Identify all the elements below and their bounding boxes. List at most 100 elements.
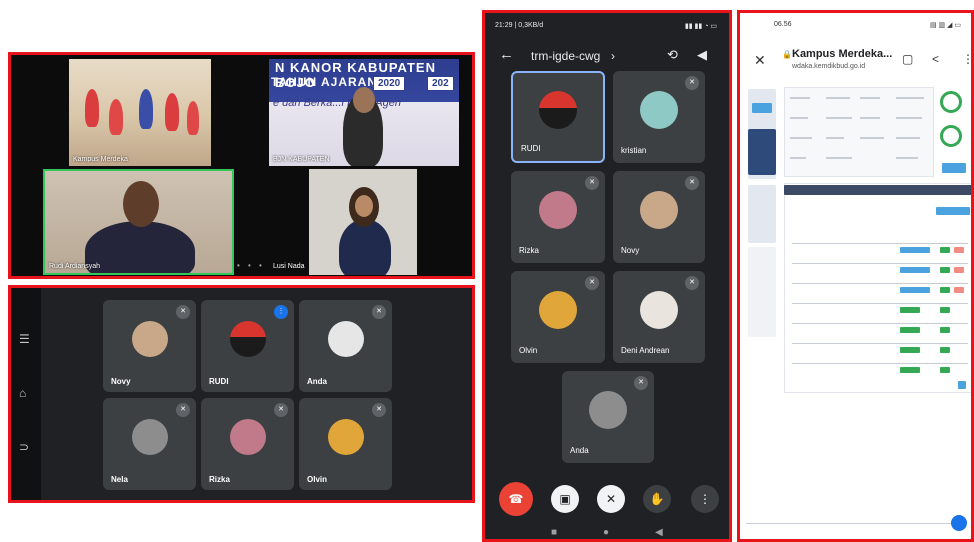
participant-tile[interactable]: ✕ Novy xyxy=(103,300,196,392)
help-button[interactable] xyxy=(951,515,967,531)
status-time: 21:29 | 0,3KB/d xyxy=(495,22,544,29)
mic-off-icon: ✕ xyxy=(274,403,288,417)
participant-tile[interactable]: ✕ Rizka xyxy=(201,398,294,490)
meet-grid-panel: ☰ ⌂ ⊃ ✕ Novy ⋮ RUDI ✕ Anda ✕ Nela ✕ Rizk… xyxy=(8,285,475,503)
participant-tile[interactable]: ✕ kristian xyxy=(613,71,705,163)
table-row xyxy=(792,343,968,344)
tile-caption: Rudi Ardiansyah xyxy=(49,263,100,270)
mic-off-icon: ✕ xyxy=(685,276,699,290)
signal-icon: ▤ ▥ ◢ ▭ xyxy=(929,22,961,29)
avatar xyxy=(589,390,627,429)
text-line xyxy=(826,117,852,119)
participant-tile[interactable]: ✕ Olvin xyxy=(511,271,605,363)
participant-tile[interactable]: ✕ Anda xyxy=(562,371,654,463)
participant-name: Olvin xyxy=(307,475,328,484)
raise-hand-button[interactable]: ✋ xyxy=(643,485,671,513)
text-line xyxy=(896,157,918,159)
mic-off-button[interactable]: ✕ xyxy=(597,485,625,513)
page-url[interactable]: wdaka.kemdikbud.go.id xyxy=(792,63,865,70)
close-icon[interactable]: ✕ xyxy=(754,52,766,69)
add-button[interactable] xyxy=(936,207,970,215)
participant-name: kristian xyxy=(621,146,647,155)
participant-tile[interactable]: ✕ Rizka xyxy=(511,171,605,263)
participant-name: Rizka xyxy=(209,475,230,484)
status-tag xyxy=(940,247,950,253)
status-tag xyxy=(900,327,920,333)
participant-tile[interactable]: ✕ Nela xyxy=(103,398,196,490)
end-call-button[interactable]: ☎ xyxy=(499,482,533,516)
text-line xyxy=(860,117,880,119)
text-line xyxy=(860,97,880,99)
text-line xyxy=(896,117,922,119)
participant-name: RUDI xyxy=(521,144,541,153)
participant-name: RUDI xyxy=(209,377,229,386)
avatar xyxy=(640,190,678,229)
participant-tile[interactable]: ⋮ RUDI xyxy=(201,300,294,392)
speaker-icon[interactable]: ◀︎ xyxy=(697,47,707,63)
participant-tile[interactable]: ✕ Anda xyxy=(299,300,392,392)
video-tile-participant[interactable] xyxy=(309,169,417,275)
video-tile-banner[interactable]: N KANOR KABUPATEN BOJO TAHUN AJARAN 2020… xyxy=(269,59,459,166)
home-icon[interactable]: ● xyxy=(603,527,609,538)
camera-off-button[interactable]: ▣ xyxy=(551,485,579,513)
mic-off-icon: ✕ xyxy=(372,305,386,319)
chevron-right-icon[interactable]: › xyxy=(611,49,615,63)
meeting-header: ← trm-igde-cwg › ⟲ ◀︎ xyxy=(485,43,729,69)
more-options-icon[interactable]: ⋮ xyxy=(962,52,971,66)
bookmark-icon[interactable]: ▢ xyxy=(902,52,913,66)
table-header-bar xyxy=(784,185,971,195)
phone-meet-panel: 21:29 | 0,3KB/d ▮▮ ▮▮ ◔ ▭ ← trm-igde-cwg… xyxy=(482,10,732,542)
status-bar: 06.56 ▤ ▥ ◢ ▭ xyxy=(740,13,971,35)
text-line xyxy=(790,117,808,119)
participant-tile[interactable]: ✕ Novy xyxy=(613,171,705,263)
recents-icon[interactable]: ■ xyxy=(551,527,557,538)
video-tile-speaker[interactable]: Rudi Ardiansyah xyxy=(43,169,234,275)
participant-name: Anda xyxy=(570,446,589,455)
mic-off-icon: ✕ xyxy=(176,305,190,319)
back-arrow-icon[interactable]: ← xyxy=(499,46,514,63)
participant-name: Rizka xyxy=(519,246,540,255)
pagination-button[interactable] xyxy=(958,381,966,389)
share-icon[interactable]: < xyxy=(932,52,939,66)
text-line xyxy=(790,157,806,159)
home-icon[interactable]: ⌂ xyxy=(19,386,26,400)
sidebar-button[interactable] xyxy=(752,103,772,113)
meeting-code[interactable]: trm-igde-cwg xyxy=(531,49,600,63)
video-tile-classroom[interactable]: Kampus Merdeka xyxy=(69,59,211,166)
status-tag xyxy=(954,287,964,293)
text-line xyxy=(790,137,812,139)
participant-tile[interactable]: ✕ Olvin xyxy=(299,398,392,490)
status-tag xyxy=(940,267,950,273)
status-tag xyxy=(940,287,950,293)
participant-tile[interactable]: RUDI xyxy=(511,71,605,163)
text-line xyxy=(826,137,844,139)
switch-camera-icon[interactable]: ⟲ xyxy=(667,47,678,63)
pager-dots[interactable]: • • • xyxy=(237,261,265,270)
progress-ring xyxy=(940,91,962,113)
text-line xyxy=(860,137,884,139)
footer-line xyxy=(746,523,966,524)
status-tag xyxy=(940,307,950,313)
avatar xyxy=(640,90,678,129)
speaking-icon: ⋮ xyxy=(274,305,288,319)
status-tag xyxy=(900,367,920,373)
status-tag xyxy=(900,247,930,253)
menu-icon[interactable]: ☰ xyxy=(19,332,30,346)
action-button[interactable] xyxy=(942,163,966,173)
text-line xyxy=(896,137,920,139)
status-tag xyxy=(954,267,964,273)
back-icon[interactable]: ◀ xyxy=(655,527,663,538)
banner-year-start: 2020 xyxy=(373,76,406,91)
participant-tile[interactable]: ✕ Deni Andrean xyxy=(613,271,705,363)
status-tag xyxy=(954,247,964,253)
text-line xyxy=(790,97,810,99)
status-tag xyxy=(940,367,950,373)
page-title: Kampus Merdeka... xyxy=(792,48,893,60)
tile-caption: Lusi Nada xyxy=(273,263,305,270)
mic-off-icon: ✕ xyxy=(176,403,190,417)
text-line xyxy=(896,97,924,99)
avatar xyxy=(229,320,266,357)
more-options-button[interactable]: ⋮ xyxy=(691,485,719,513)
back-icon[interactable]: ⊃ xyxy=(19,440,29,454)
url-bar[interactable]: ✕ 🔒 Kampus Merdeka... wdaka.kemdikbud.go… xyxy=(740,43,971,83)
